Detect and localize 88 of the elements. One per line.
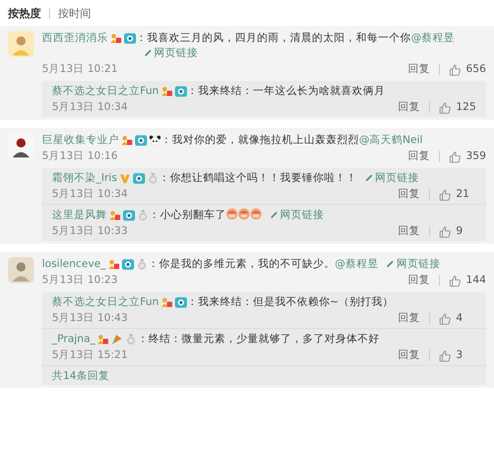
- thumbs-up-icon[interactable]: [448, 150, 461, 162]
- link-icon: [365, 174, 374, 182]
- comment-time: 5月13日 10:34: [52, 187, 128, 202]
- level-badge-icon: [110, 33, 122, 44]
- reply-link[interactable]: 回复: [408, 149, 430, 164]
- comment-time: 5月13日 10:34: [52, 100, 128, 115]
- emoji-icon: [238, 208, 250, 220]
- panda-icon: [149, 135, 161, 146]
- thumbs-up-icon[interactable]: [439, 312, 451, 324]
- level-badge-icon: [160, 86, 173, 97]
- reply-link[interactable]: 回复: [398, 187, 420, 202]
- like-count: 4: [456, 311, 464, 326]
- comment-time: 5月13日 10:33: [52, 224, 128, 239]
- emoji-icon: [250, 208, 262, 220]
- level-badge-icon: [97, 334, 110, 345]
- like-count: 9: [456, 224, 464, 239]
- comment-text: ：我来终结：但是我不依赖你~（别打我）: [186, 295, 395, 310]
- v-badge-icon: [119, 173, 132, 184]
- level-badge-icon: [108, 259, 120, 270]
- web-link[interactable]: 网页链接: [144, 47, 198, 59]
- comment-text: ：你想让鹤唱这个吗！！我要锤你啦！！ 网页链接: [159, 171, 420, 186]
- reply-link[interactable]: 回复: [408, 273, 430, 288]
- like-count: 144: [466, 273, 486, 288]
- camera-badge-icon: [133, 173, 146, 184]
- medal-icon: [136, 259, 148, 270]
- like-count: 125: [456, 100, 476, 115]
- comment-text: ：终结：微量元素，少量就够了，多了对身体不好: [137, 332, 380, 347]
- camera-badge-icon: [124, 33, 136, 44]
- reply-link[interactable]: 回复: [398, 348, 420, 363]
- level-badge-icon: [121, 135, 133, 146]
- user-name[interactable]: 蔡不选之女日之立Fun: [52, 84, 159, 99]
- sort-tab[interactable]: 按热度: [8, 6, 41, 21]
- medal-icon: [147, 173, 160, 184]
- level-badge-icon: [160, 297, 173, 308]
- avatar-icon: [8, 31, 34, 57]
- emoji-icon: [226, 208, 238, 220]
- like-count: 656: [466, 62, 486, 77]
- avatar-icon: [8, 257, 34, 283]
- web-link[interactable]: 网页链接: [365, 172, 420, 184]
- sort-tab[interactable]: 按时间: [58, 6, 91, 21]
- comment-text: ：我来终结：一年这么长为啥就喜欢俩月: [186, 84, 386, 99]
- mention-link[interactable]: @蔡程昱: [334, 258, 378, 270]
- reply-link[interactable]: 回复: [398, 224, 420, 239]
- link-icon: [144, 49, 152, 57]
- like-count: 3: [456, 348, 464, 363]
- mention-link[interactable]: @高天鹤Neil: [359, 134, 423, 146]
- user-name[interactable]: losilenceve_: [42, 257, 106, 272]
- thumbs-up-icon[interactable]: [439, 188, 451, 200]
- mention-link[interactable]: @蔡程昱: [411, 32, 454, 44]
- link-icon: [386, 260, 394, 268]
- web-link[interactable]: 网页链接: [386, 258, 440, 270]
- thumbs-up-icon[interactable]: [439, 350, 451, 362]
- thumbs-up-icon[interactable]: [448, 274, 461, 286]
- comment-text: ：我对你的爱，就像拖拉机上山轰轰烈烈@高天鹤Neil: [161, 133, 424, 148]
- comment-time: 5月13日 10:23: [42, 273, 118, 288]
- camera-badge-icon: [135, 135, 147, 146]
- reply-link[interactable]: 回复: [398, 100, 420, 115]
- comment-text: ：我喜欢三月的风，四月的雨，清晨的太阳，和每一个你@蔡程昱 网页链接: [136, 31, 456, 61]
- level-badge-icon: [109, 210, 121, 221]
- user-name[interactable]: _Prajna_: [52, 332, 96, 347]
- camera-badge-icon: [174, 297, 187, 308]
- like-count: 21: [456, 187, 470, 202]
- comment-text: ：小心别翻车了 网页链接: [149, 208, 325, 223]
- web-link[interactable]: 网页链接: [270, 209, 324, 221]
- comment-text: ：你是我的多维元素，我的不可缺少。@蔡程昱 网页链接: [148, 257, 442, 272]
- thumbs-up-icon[interactable]: [438, 102, 451, 114]
- comment-time: 5月13日 15:21: [52, 348, 128, 363]
- link-icon: [270, 211, 278, 219]
- thumbs-up-icon[interactable]: [439, 226, 451, 238]
- more-replies-link[interactable]: 共14条回复: [52, 370, 110, 382]
- camera-badge-icon: [123, 210, 135, 221]
- camera-badge-icon: [122, 259, 134, 270]
- medal-icon: [137, 210, 149, 221]
- user-name[interactable]: 霜翎不染_Iris: [52, 171, 118, 186]
- camera-badge-icon: [174, 86, 187, 97]
- user-name[interactable]: 这里是风舞: [52, 208, 107, 223]
- comment-time: 5月13日 10:43: [52, 311, 128, 326]
- medal-icon: [125, 334, 138, 345]
- user-name[interactable]: 蔡不选之女日之立Fun: [52, 295, 159, 310]
- comment-time: 5月13日 10:16: [42, 149, 118, 164]
- reply-link[interactable]: 回复: [408, 62, 430, 77]
- thumbs-up-icon[interactable]: [448, 64, 461, 76]
- reply-link[interactable]: 回复: [398, 311, 420, 326]
- user-name[interactable]: 巨星收集专业户: [42, 133, 119, 148]
- user-name[interactable]: 西西歪消消乐: [42, 31, 108, 46]
- comment-time: 5月13日 10:21: [42, 62, 118, 77]
- flag-badge-icon: [111, 334, 124, 345]
- like-count: 359: [466, 149, 486, 164]
